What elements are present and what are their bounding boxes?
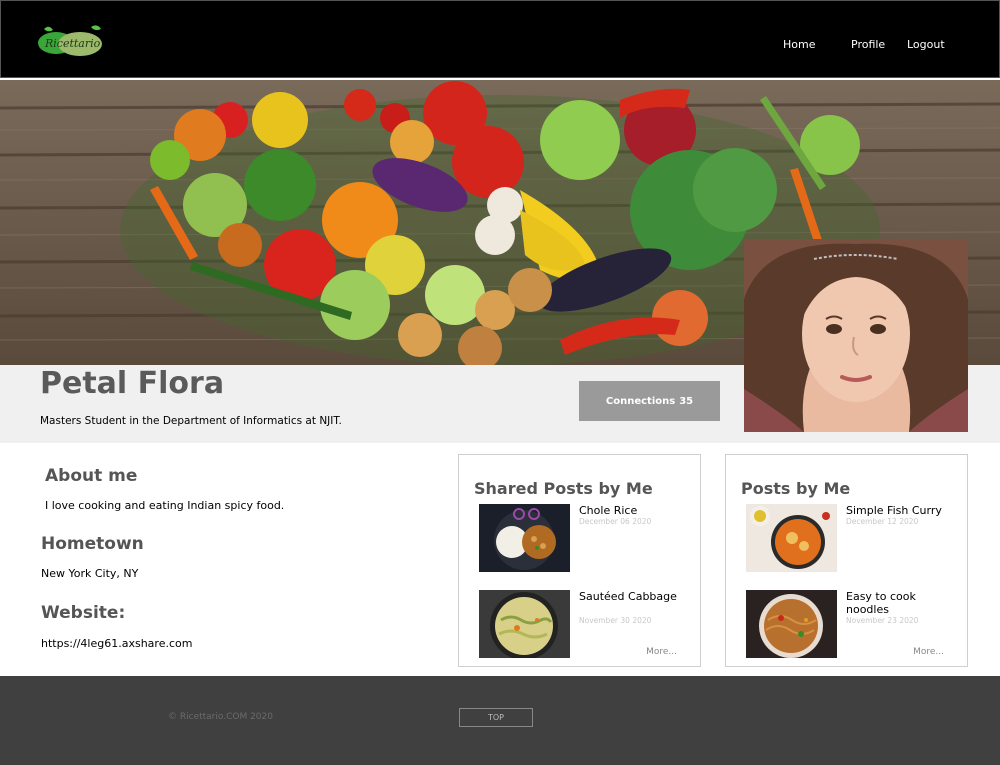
my-posts-more-link[interactable]: More... xyxy=(913,647,944,657)
shared-posts-card: Shared Posts by Me Chole Rice December 0… xyxy=(458,454,701,667)
copyright-text: © Ricettario.COM 2020 xyxy=(168,712,273,722)
post-title[interactable]: Simple Fish Curry xyxy=(846,504,956,517)
nav-profile-link[interactable]: Profile xyxy=(851,38,885,51)
about-heading: About me xyxy=(45,466,138,486)
post-date: December 12 2020 xyxy=(846,517,919,526)
connections-button[interactable]: Connections 35 xyxy=(579,381,720,421)
hometown-text: New York City, NY xyxy=(41,567,139,580)
profile-avatar[interactable] xyxy=(744,239,968,432)
connections-count: 35 xyxy=(679,395,694,407)
shared-posts-more-link[interactable]: More... xyxy=(646,647,677,657)
website-link[interactable]: https://4leg61.axshare.com xyxy=(41,637,192,650)
website-heading: Website: xyxy=(41,603,126,623)
profile-tagline: Masters Student in the Department of Inf… xyxy=(40,415,342,427)
svg-text:Ricettario: Ricettario xyxy=(44,37,101,50)
sauteed-cabbage-thumbnail[interactable] xyxy=(479,590,570,658)
back-to-top-button[interactable]: TOP xyxy=(459,708,533,727)
post-title[interactable]: Sautéed Cabbage xyxy=(579,590,689,603)
my-posts-card: Posts by Me Simple Fish Curry December 1… xyxy=(725,454,968,667)
nav-logout-link[interactable]: Logout xyxy=(907,38,945,51)
profile-name: Petal Flora xyxy=(40,366,225,401)
top-navbar: Ricettario Home Profile Logout xyxy=(0,0,1000,78)
post-title[interactable]: Chole Rice xyxy=(579,504,689,517)
post-date: December 06 2020 xyxy=(579,517,652,526)
post-title[interactable]: Easy to cook noodles xyxy=(846,590,956,616)
post-date: November 23 2020 xyxy=(846,616,919,625)
chole-rice-thumbnail[interactable] xyxy=(479,504,570,572)
shared-posts-title: Shared Posts by Me xyxy=(474,479,653,498)
connections-label: Connections xyxy=(605,395,676,407)
my-posts-title: Posts by Me xyxy=(741,479,851,498)
post-date: November 30 2020 xyxy=(579,616,652,625)
fish-curry-thumbnail[interactable] xyxy=(746,504,837,572)
about-text: I love cooking and eating Indian spicy f… xyxy=(45,499,285,512)
nav-home-link[interactable]: Home xyxy=(783,38,815,51)
noodles-thumbnail[interactable] xyxy=(746,590,837,658)
ricettario-logo[interactable]: Ricettario xyxy=(36,21,108,61)
hometown-heading: Hometown xyxy=(41,534,144,554)
